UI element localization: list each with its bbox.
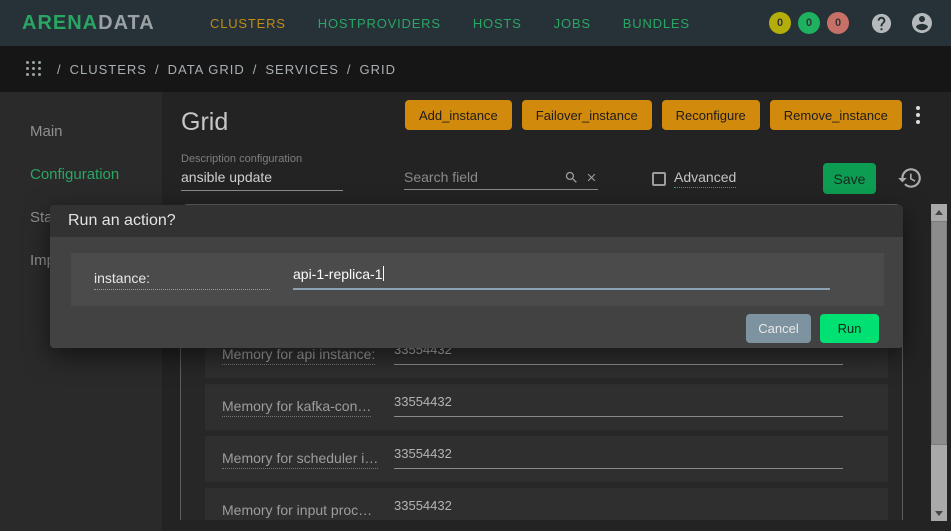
notification-badge[interactable]: 0 [769, 12, 791, 34]
kebab-menu-icon[interactable] [908, 101, 928, 129]
apps-grid-icon[interactable] [26, 61, 43, 78]
config-row-label: Memory for kafka-con… [222, 398, 371, 417]
description-label: Description configuration [181, 153, 302, 165]
config-row: Memory for input proc… 33554432 [205, 488, 888, 520]
advanced-checkbox[interactable] [652, 172, 666, 186]
description-field [181, 169, 343, 191]
action-button[interactable]: Failover_instance [522, 100, 652, 130]
config-row-label: Memory for input proc… [222, 502, 372, 521]
advanced-label: Advanced [674, 169, 736, 188]
toolbar: CLUSTERS DATA GRID SERVICES GRID Add_ins… [0, 46, 951, 92]
topbar: ARENADATA CLUSTERS HOSTPROVIDERS HOSTS J… [0, 0, 951, 46]
search-icon [564, 170, 579, 185]
logo-part-data: DATA [98, 12, 155, 35]
page-title: Grid [181, 108, 228, 137]
dialog-field-container: instance: api-1-replica-1 [71, 253, 884, 306]
notification-badge[interactable]: 0 [827, 12, 849, 34]
logo-part-arena: ARENA [22, 12, 98, 35]
breadcrumb-item[interactable]: SERVICES [245, 62, 339, 77]
breadcrumb-item[interactable]: CLUSTERS [49, 62, 147, 77]
sidebar-item[interactable]: Configuration [0, 153, 162, 196]
config-row-label: Memory for scheduler i… [222, 450, 378, 469]
config-row: Memory for scheduler i… 33554432 [205, 436, 888, 482]
scrollbar-thumb[interactable] [931, 221, 947, 445]
instance-field-input[interactable]: api-1-replica-1 [293, 266, 830, 290]
cancel-button[interactable]: Cancel [746, 314, 811, 343]
dialog-actions: Cancel Run [746, 314, 879, 343]
notification-badge[interactable]: 0 [798, 12, 820, 34]
action-button[interactable]: Add_instance [405, 100, 512, 130]
search-field [404, 169, 598, 190]
nav-item[interactable]: JOBS [554, 16, 591, 31]
description-input[interactable] [181, 169, 343, 185]
breadcrumb: CLUSTERS DATA GRID SERVICES GRID [49, 46, 396, 92]
run-button[interactable]: Run [820, 314, 879, 343]
save-button[interactable]: Save [823, 163, 876, 194]
main-nav: CLUSTERS HOSTPROVIDERS HOSTS JOBS BUNDLE… [210, 0, 690, 46]
adcm-app: ARENADATA CLUSTERS HOSTPROVIDERS HOSTS J… [0, 0, 951, 531]
action-button[interactable]: Reconfigure [662, 100, 760, 130]
text-cursor [383, 266, 384, 281]
config-row-value-input[interactable]: 33554432 [394, 446, 843, 469]
history-icon[interactable] [897, 165, 923, 194]
config-row-value-input[interactable]: 33554432 [394, 498, 843, 520]
arenadata-logo: ARENADATA [22, 0, 155, 46]
action-button[interactable]: Remove_instance [770, 100, 902, 130]
help-icon[interactable] [870, 12, 893, 35]
nav-item[interactable]: BUNDLES [623, 16, 690, 31]
action-buttons: Add_instance Failover_instance Reconfigu… [405, 100, 902, 130]
search-input[interactable] [404, 169, 558, 185]
instance-field-label: instance: [94, 270, 270, 290]
notification-badges: 0 0 0 [769, 12, 849, 34]
config-row-label: Memory for api instance: [222, 346, 375, 365]
vertical-scrollbar[interactable] [931, 204, 947, 521]
config-row: Memory for kafka-con… 33554432 [205, 384, 888, 430]
sidebar-item[interactable]: Main [0, 110, 162, 153]
account-icon[interactable] [910, 11, 934, 35]
scroll-up-icon[interactable] [931, 204, 947, 220]
instance-field-value: api-1-replica-1 [293, 266, 382, 282]
nav-item[interactable]: HOSTPROVIDERS [318, 16, 441, 31]
nav-item[interactable]: CLUSTERS [210, 16, 286, 31]
advanced-toggle[interactable]: Advanced [652, 169, 736, 188]
scroll-down-icon[interactable] [931, 505, 947, 521]
nav-item[interactable]: HOSTS [473, 16, 522, 31]
config-row-value-input[interactable]: 33554432 [394, 394, 843, 417]
run-action-dialog: Run an action? instance: api-1-replica-1… [50, 205, 903, 348]
topbar-right: 0 0 0 [769, 0, 934, 46]
clear-search-icon[interactable] [585, 171, 598, 184]
dialog-title: Run an action? [50, 205, 903, 237]
breadcrumb-item[interactable]: GRID [339, 62, 396, 77]
breadcrumb-item[interactable]: DATA GRID [147, 62, 245, 77]
